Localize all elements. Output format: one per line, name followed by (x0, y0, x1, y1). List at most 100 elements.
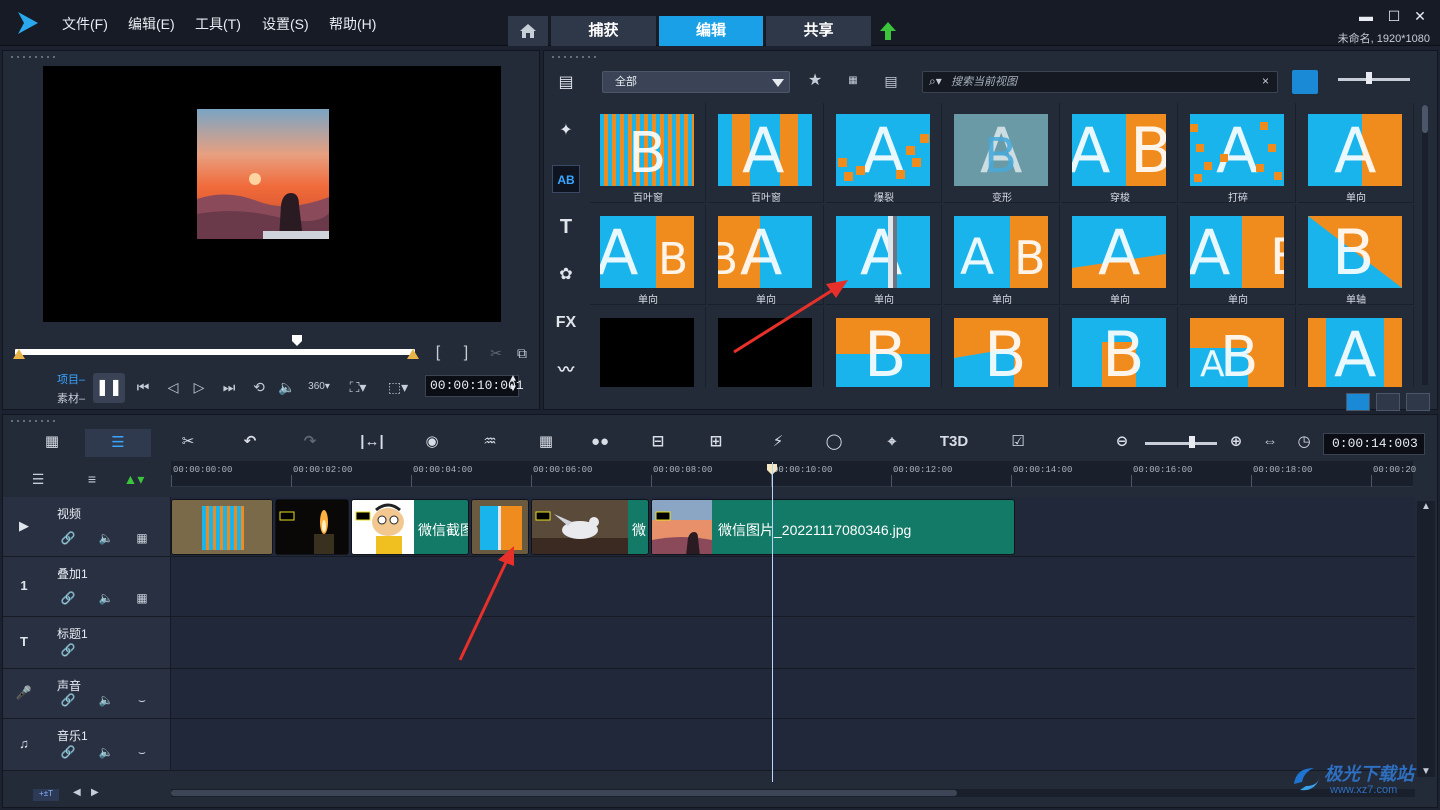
track-header[interactable]: 1 叠加1 🔗 🔈 ▦ (3, 557, 171, 616)
scroll-left-icon[interactable]: ◀ (73, 787, 81, 798)
menu-tools[interactable]: 工具(T) (195, 14, 241, 34)
3d-title-icon[interactable]: T3D (937, 431, 971, 453)
apply-transition-icon[interactable]: ▦ (840, 71, 866, 91)
transition-thumbnail[interactable]: A B 穿梭 (1062, 103, 1178, 204)
menu-file[interactable]: 文件(F) (62, 14, 108, 34)
transition-thumbnail[interactable]: AB单向 (1180, 205, 1296, 306)
scroll-right-icon[interactable]: ▶ (91, 787, 99, 798)
zoom-knob[interactable] (1189, 436, 1195, 448)
transition-thumbnail[interactable]: AB单向 (708, 205, 824, 306)
360-icon[interactable]: 360▾ (303, 377, 335, 397)
transition-thumbnail[interactable]: A 单向 (826, 205, 942, 306)
trim-end-marker[interactable] (407, 349, 419, 359)
timecode-stepper-icon[interactable]: ▲ ▼ (510, 375, 516, 395)
motion-icon[interactable]: ▦ (533, 431, 559, 453)
minimize-button[interactable]: ▬ (1358, 8, 1374, 24)
time-ruler[interactable]: 00:00:00:00 00:00:02:00 00:00:04:00 00:00:0… (171, 461, 1416, 487)
search-input[interactable] (951, 72, 1251, 92)
panel-grip[interactable] (9, 419, 57, 423)
redo-icon[interactable]: ↷ (297, 431, 323, 453)
track-lane[interactable] (171, 719, 1415, 770)
volume-icon[interactable]: 🔈 (275, 377, 299, 397)
panel-grip[interactable] (9, 55, 57, 59)
image-clip[interactable]: 微信截图 (351, 499, 469, 555)
trim-start-marker[interactable] (13, 349, 25, 359)
thumbnail-size-slider[interactable] (1338, 78, 1410, 81)
repeat-icon[interactable]: ⟲ (247, 377, 271, 397)
search-box[interactable]: ⌕▾ × (922, 71, 1278, 93)
link-icon[interactable]: 🔗 (59, 693, 77, 707)
transition-thumbnail[interactable]: B (826, 307, 942, 387)
mute-icon[interactable]: 🔈 (97, 693, 115, 707)
view-mode-toggle[interactable] (1292, 70, 1318, 94)
transition-thumbnail[interactable]: A 单向 (1298, 103, 1414, 204)
image-clip[interactable]: 微信图片_20221117080346.jpg (651, 499, 1015, 555)
track-lane[interactable]: 微信截图 微 微信图片_20221117080346.jpg (171, 497, 1415, 556)
timeline-vertical-scrollbar[interactable]: ▲ ▼ (1417, 501, 1435, 777)
go-start-icon[interactable]: ⏮ (131, 377, 155, 397)
mask-icon[interactable]: ◯ (821, 431, 847, 453)
transition-thumbnail[interactable]: B 百叶窗 (590, 103, 706, 204)
tracking-icon[interactable]: ⌖ (879, 431, 905, 453)
transition-thumbnail[interactable]: AB单向 (590, 205, 706, 306)
menu-settings[interactable]: 设置(S) (262, 14, 309, 34)
track-header[interactable]: ▶ 视频 🔗 🔈 ▦ (3, 497, 171, 556)
track-manager-icon[interactable]: ☰ (25, 469, 51, 489)
timecode-display[interactable]: 00:00:10:001 ▲ ▼ (425, 375, 524, 397)
transition-thumbnail[interactable] (590, 307, 706, 387)
scrubber-handle[interactable] (291, 335, 303, 347)
category-dropdown[interactable]: 全部 (602, 71, 790, 93)
track-height-toggle[interactable]: +±T (33, 789, 59, 801)
fit-icon[interactable]: |↔| (357, 431, 387, 453)
chapter-marker-icon[interactable]: ▲▾ (121, 469, 147, 489)
link-icon[interactable]: 🔗 (59, 745, 77, 759)
show-library-icon[interactable] (1346, 393, 1370, 411)
edit-icon[interactable] (1406, 393, 1430, 411)
tab-edit[interactable]: 编辑 (659, 16, 763, 46)
aspect-icon[interactable]: ⛶▾ (343, 377, 373, 397)
link-icon[interactable]: 🔗 (59, 591, 77, 605)
blend-icon[interactable]: ●● (587, 431, 613, 453)
tab-share[interactable]: 共享 (766, 16, 871, 46)
transition-thumbnail[interactable]: B (1062, 307, 1178, 387)
mute-icon[interactable]: 🔈 (97, 531, 115, 545)
track-header[interactable]: T 标题1 🔗 (3, 617, 171, 668)
record-icon[interactable]: ◉ (419, 431, 445, 453)
transition-clip[interactable] (171, 499, 273, 555)
link-icon[interactable]: 🔗 (59, 643, 77, 657)
playhead-line[interactable] (772, 462, 773, 782)
subtitle-icon[interactable]: ⊟ (645, 431, 671, 453)
timeline-view-icon[interactable]: ☰ (85, 429, 151, 457)
transition-clip[interactable] (471, 499, 529, 555)
transition-thumbnail[interactable]: B (944, 307, 1060, 387)
pause-button[interactable]: ❚❚ (93, 373, 125, 403)
graphics-icon[interactable]: ✿ (552, 261, 580, 289)
track-lane[interactable] (171, 557, 1415, 616)
mark-out-button[interactable]: ] (459, 343, 473, 363)
zoom-out-icon[interactable]: ⊖ (1111, 431, 1133, 453)
filter-icon[interactable]: FX (552, 309, 580, 337)
track-visibility-icon[interactable]: ▦ (133, 531, 151, 545)
show-options-icon[interactable] (1376, 393, 1400, 411)
title-icon[interactable]: T (552, 213, 580, 241)
transition-thumbnail[interactable]: AB单向 (944, 205, 1060, 306)
zoom-slider[interactable] (1145, 442, 1217, 445)
transition-thumbnail[interactable]: A 爆裂 (826, 103, 942, 204)
thumbnail-slider-knob[interactable] (1366, 72, 1372, 84)
zoom-in-icon[interactable]: ⊕ (1225, 431, 1247, 453)
transition-thumbnail[interactable]: A (1298, 307, 1414, 387)
instant-project-icon[interactable]: ✦ (552, 117, 580, 145)
transition-thumbnail[interactable] (708, 307, 824, 387)
speed-icon[interactable]: ⚡ (765, 431, 791, 453)
path-icon[interactable]: 〰 (552, 357, 580, 385)
go-end-icon[interactable]: ⏭ (217, 377, 241, 397)
add-favorite-icon[interactable]: ★ (802, 71, 828, 91)
transition-icon[interactable]: AB (552, 165, 580, 193)
scroll-up-icon[interactable]: ▲ (1421, 501, 1431, 512)
multicam-icon[interactable]: ⊞ (703, 431, 729, 453)
track-visibility-icon[interactable]: ▦ (133, 591, 151, 605)
add-track-icon[interactable]: ≡ (79, 469, 105, 489)
storyboard-view-icon[interactable]: ▦ (37, 431, 67, 453)
image-clip[interactable] (275, 499, 349, 555)
transition-thumbnail[interactable]: A 单向 (1062, 205, 1178, 306)
